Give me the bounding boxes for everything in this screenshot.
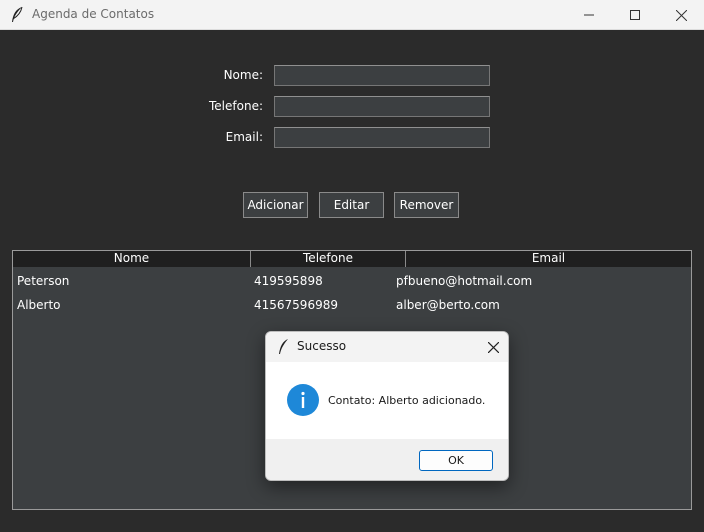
table-header: Nome Telefone Email (13, 251, 691, 267)
window-title: Agenda de Contatos (32, 7, 155, 21)
close-icon (487, 341, 499, 353)
column-header-email[interactable]: Email (406, 251, 691, 267)
column-header-telefone[interactable]: Telefone (251, 251, 406, 267)
nome-input[interactable] (274, 65, 490, 86)
dialog-footer: OK (266, 439, 508, 480)
dialog-title: Sucesso (297, 339, 347, 353)
nome-label: Nome: (223, 68, 263, 82)
feather-icon (279, 339, 288, 354)
dialog-message: Contato: Alberto adicionado. (328, 394, 486, 407)
ok-button[interactable]: OK (419, 450, 493, 471)
info-icon (287, 384, 319, 416)
cell-email: alber@berto.com (396, 298, 500, 312)
window-titlebar: Agenda de Contatos (0, 0, 704, 30)
telefone-label: Telefone: (209, 99, 263, 113)
maximize-button[interactable] (612, 0, 658, 30)
cell-telefone: 41567596989 (254, 298, 338, 312)
cell-nome: Peterson (17, 274, 70, 288)
telefone-input[interactable] (274, 96, 490, 117)
success-dialog: Sucesso Contato: Alberto adicionado. OK (265, 331, 509, 481)
email-input[interactable] (274, 127, 490, 148)
maximize-icon (630, 10, 640, 20)
cell-telefone: 419595898 (254, 274, 323, 288)
dialog-close-button[interactable] (484, 338, 502, 356)
minimize-button[interactable] (566, 0, 612, 30)
edit-button[interactable]: Editar (319, 192, 384, 218)
close-button[interactable] (658, 0, 704, 30)
feather-icon (12, 6, 23, 22)
cell-email: pfbueno@hotmail.com (396, 274, 533, 288)
cell-nome: Alberto (17, 298, 61, 312)
add-button[interactable]: Adicionar (243, 192, 308, 218)
remove-button[interactable]: Remover (394, 192, 459, 218)
column-header-nome[interactable]: Nome (13, 251, 251, 267)
email-label: Email: (225, 130, 263, 144)
dialog-titlebar: Sucesso (266, 332, 508, 362)
close-icon (675, 9, 687, 21)
minimize-icon (584, 14, 594, 16)
